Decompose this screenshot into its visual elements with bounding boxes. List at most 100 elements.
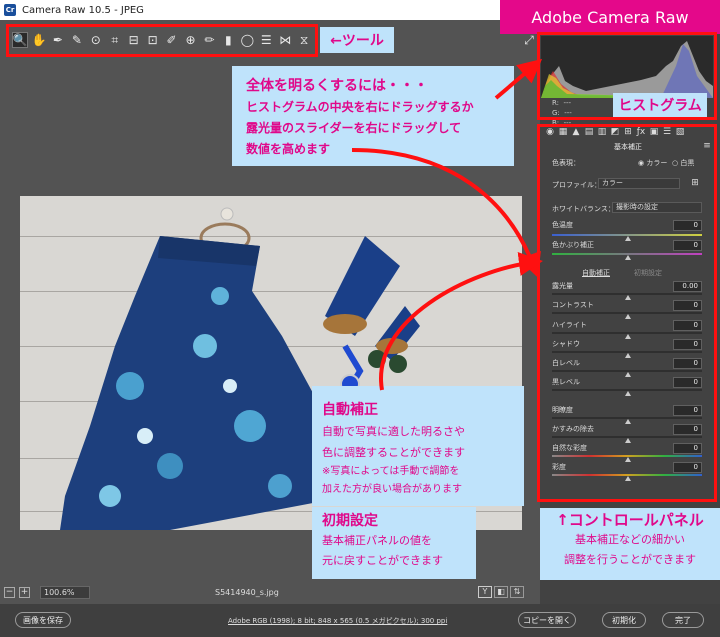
blacks-value[interactable]: 0	[673, 377, 702, 388]
panel-tabs: ◉ ▦ ▲ ▤ ▥ ◩ ⊞ ƒx ▣ ☰ ▧	[545, 127, 685, 137]
tint-thumb[interactable]	[625, 255, 631, 260]
default-button[interactable]: 初期設定	[634, 268, 662, 278]
dehaze-label: かすみの除去	[552, 425, 594, 433]
shadows-thumb[interactable]	[625, 353, 631, 358]
vibrance-value[interactable]: 0	[673, 443, 702, 454]
before-after-icon[interactable]: ◧	[494, 586, 508, 598]
rotate-cw-tool-icon[interactable]: ⧖	[296, 32, 312, 48]
control-title: ↑コントロールパネル	[556, 511, 704, 529]
wb-label: ホワイトバランス：	[552, 205, 615, 213]
brighten-line3: 数値を高めます	[246, 142, 331, 156]
panel-tab-icon-3[interactable]: ▤	[584, 127, 594, 137]
brighten-callout: 全体を明るくするには・・・ ヒストグラムの中央を右にドラッグするか 露光量のスラ…	[232, 66, 514, 166]
treatment-bw-radio[interactable]: ○ 白黒	[672, 158, 694, 168]
panel-tab-icon-2[interactable]: ▲	[571, 127, 581, 137]
status-bar: − + 100.6% S5414940_s.jpg Y ◧ ⇅	[0, 583, 535, 601]
contrast-value[interactable]: 0	[673, 300, 702, 311]
save-image-button[interactable]: 画像を保存	[15, 612, 71, 628]
highlights-label: ハイライト	[552, 321, 587, 329]
panel-tab-icon-8[interactable]: ▣	[649, 127, 659, 137]
reset-button[interactable]: 初期化	[602, 612, 646, 628]
panel-tab-icon-7[interactable]: ƒx	[636, 127, 646, 137]
auto-button[interactable]: 自動補正	[582, 268, 610, 278]
saturation-label: 彩度	[552, 463, 566, 471]
tool-annotation: ←ツール	[320, 27, 394, 53]
panel-tab-icon-9[interactable]: ☰	[662, 127, 672, 137]
swap-settings-icon[interactable]: ⇅	[510, 586, 524, 598]
panel-tab-icon-5[interactable]: ◩	[610, 127, 620, 137]
rotate-ccw-tool-icon[interactable]: ⋈	[277, 32, 293, 48]
fullscreen-icon[interactable]: ⤢	[521, 32, 537, 48]
histogram[interactable]	[541, 36, 713, 98]
targeted-adjustment-tool-icon[interactable]: ⊙	[88, 32, 104, 48]
zoom-in-icon[interactable]: +	[19, 586, 30, 598]
r-label: R:	[552, 99, 560, 107]
red-eye-tool-icon[interactable]: ⊕	[183, 32, 199, 48]
zoom-tool-icon[interactable]: 🔍	[12, 32, 28, 48]
default-line1: 基本補正パネルの値を	[322, 534, 432, 547]
control-line2: 調整を行うことができます	[564, 553, 696, 566]
temp-thumb[interactable]	[625, 236, 631, 241]
panel-tab-icon-6[interactable]: ⊞	[623, 127, 633, 137]
highlights-value[interactable]: 0	[673, 320, 702, 331]
contrast-thumb[interactable]	[625, 314, 631, 319]
panel-menu-icon[interactable]: ≡	[702, 141, 712, 151]
vibrance-thumb[interactable]	[625, 457, 631, 462]
saturation-thumb[interactable]	[625, 476, 631, 481]
tint-value[interactable]: 0	[673, 240, 702, 251]
wb-select[interactable]: 撮影時の設定	[612, 202, 702, 213]
profile-select[interactable]: カラー	[598, 178, 680, 189]
profile-browser-icon[interactable]: ⊞	[690, 178, 700, 188]
temp-label: 色温度	[552, 221, 573, 229]
exposure-thumb[interactable]	[625, 295, 631, 300]
graduated-filter-tool-icon[interactable]: ▮	[220, 32, 236, 48]
hand-tool-icon[interactable]: ✋	[31, 32, 47, 48]
b-value: ---	[563, 119, 572, 127]
auto-line1: 自動で写真に適した明るさや	[322, 425, 465, 438]
highlights-thumb[interactable]	[625, 334, 631, 339]
transform-tool-icon[interactable]: ⊡	[145, 32, 161, 48]
dehaze-value[interactable]: 0	[673, 424, 702, 435]
temp-value[interactable]: 0	[673, 220, 702, 231]
white-balance-tool-icon[interactable]: ✒	[50, 32, 66, 48]
treatment-color-label: カラー	[646, 159, 668, 167]
default-line2: 元に戻すことができます	[322, 554, 443, 567]
color-sampler-tool-icon[interactable]: ✎	[69, 32, 85, 48]
clarity-value[interactable]: 0	[673, 405, 702, 416]
whites-label: 白レベル	[552, 359, 580, 367]
tint-label: 色かぶり補正	[552, 241, 594, 249]
exposure-label: 露光量	[552, 282, 573, 290]
view-y-button[interactable]: Y	[478, 586, 492, 598]
done-button[interactable]: 完了	[662, 612, 704, 628]
straighten-tool-icon[interactable]: ⊟	[126, 32, 142, 48]
control-panel-callout: ↑コントロールパネル 基本補正などの細かい 調整を行うことができます	[540, 508, 720, 580]
preferences-tool-icon[interactable]: ☰	[258, 32, 274, 48]
g-label: G:	[552, 109, 560, 117]
blacks-thumb[interactable]	[625, 391, 631, 396]
clarity-thumb[interactable]	[625, 419, 631, 424]
dehaze-thumb[interactable]	[625, 438, 631, 443]
exposure-value[interactable]: 0.00	[673, 281, 702, 292]
open-copy-button[interactable]: コピーを開く	[518, 612, 576, 628]
shadows-value[interactable]: 0	[673, 339, 702, 350]
panel-tab-icon-1[interactable]: ▦	[558, 127, 568, 137]
whites-thumb[interactable]	[625, 372, 631, 377]
zoom-select[interactable]: 100.6%	[40, 585, 90, 599]
auto-note2: 加えた方が良い場合があります	[322, 484, 462, 495]
panel-tab-icon-10[interactable]: ▧	[675, 127, 685, 137]
panel-tab-icon-0[interactable]: ◉	[545, 127, 555, 137]
histogram-annotation: ヒストグラム	[613, 93, 707, 117]
crop-tool-icon[interactable]: ⌗	[107, 32, 123, 48]
workflow-options-link[interactable]: Adobe RGB (1998); 8 bit; 848 x 565 (0.5 …	[228, 616, 447, 626]
brighten-title: 全体を明るくするには・・・	[246, 78, 428, 94]
treatment-color-radio[interactable]: ◉ カラー	[638, 158, 667, 168]
spot-removal-tool-icon[interactable]: ✐	[164, 32, 180, 48]
auto-title: 自動補正	[322, 402, 378, 418]
whites-value[interactable]: 0	[673, 358, 702, 369]
zoom-out-icon[interactable]: −	[4, 586, 15, 598]
radial-filter-tool-icon[interactable]: ◯	[239, 32, 255, 48]
panel-tab-icon-4[interactable]: ▥	[597, 127, 607, 137]
adjustment-brush-tool-icon[interactable]: ✏	[201, 32, 217, 48]
saturation-value[interactable]: 0	[673, 462, 702, 473]
auto-note1: ※写真によっては手動で調節を	[322, 466, 460, 477]
